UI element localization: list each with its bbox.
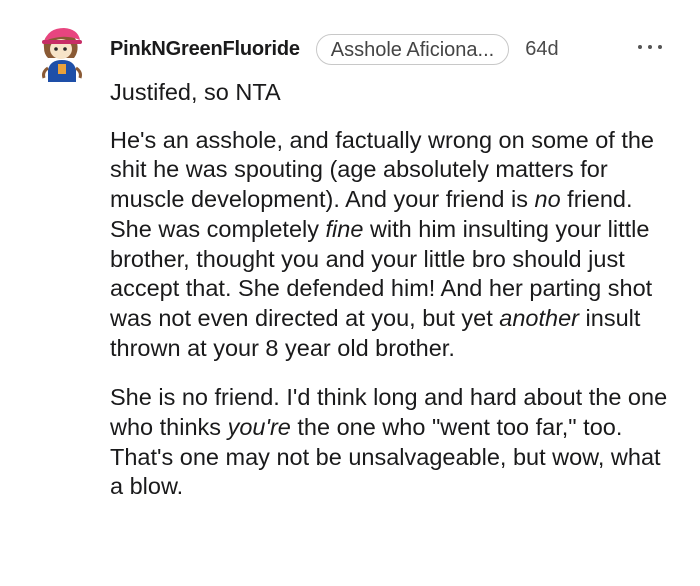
more-options-button[interactable] [638, 40, 666, 54]
comment-paragraph: He's an asshole, and factually wrong on … [110, 126, 680, 364]
emphasis-text: another [499, 304, 579, 331]
avatar-icon [42, 28, 82, 82]
more-options-icon [658, 45, 662, 49]
user-flair[interactable]: Asshole Aficiona... [315, 33, 510, 65]
comment-paragraph: Justifed, so NTA [110, 79, 281, 105]
comment-paragraph: She is no friend. I'd think long and har… [110, 383, 680, 502]
emphasis-text: no [534, 186, 561, 213]
comment-age: 64d [525, 37, 559, 60]
comment-body: Justifed, so NTA He's an asshole, and fa… [110, 78, 680, 502]
comment-header: PinkNGreenFluoride Asshole Aficiona... 6… [110, 32, 559, 66]
avatar[interactable] [34, 24, 90, 82]
username-link[interactable]: PinkNGreenFluoride [110, 38, 300, 61]
more-options-icon [638, 45, 642, 49]
emphasis-text: fine [325, 215, 364, 242]
emphasis-text: you're [227, 414, 291, 441]
more-options-icon [648, 45, 652, 49]
